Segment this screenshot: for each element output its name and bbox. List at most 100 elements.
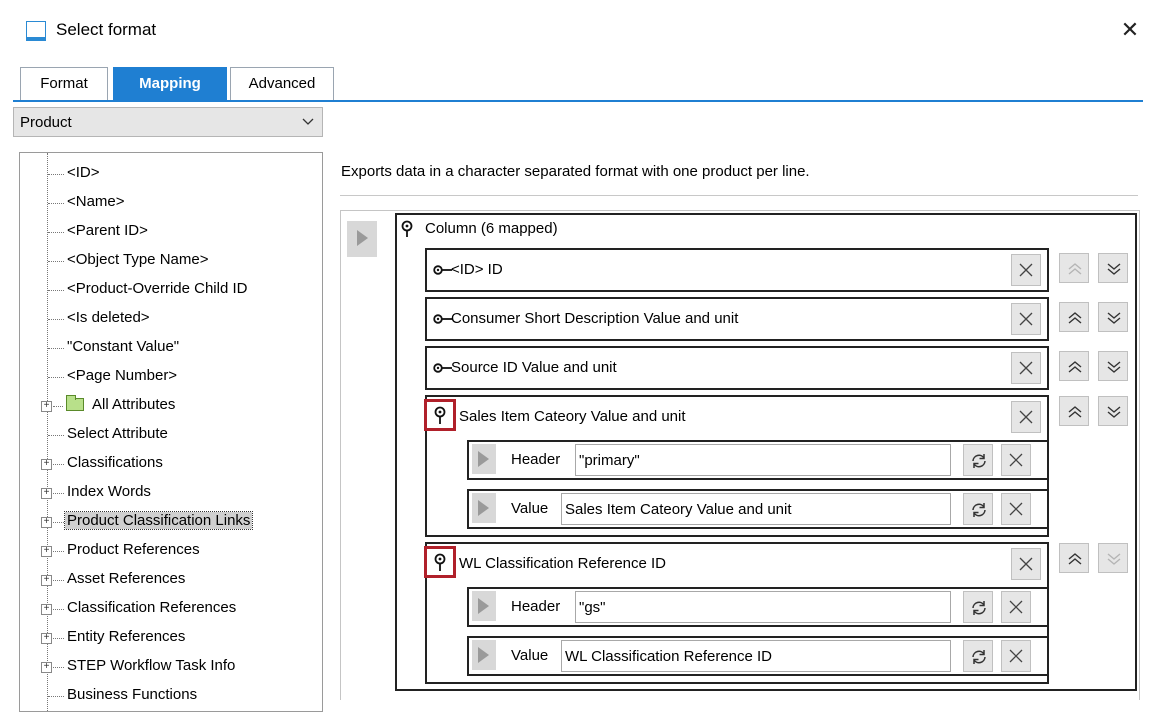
tree-item-label: Classification References [67, 599, 237, 616]
value-field[interactable]: Sales Item Cateory Value and unit [561, 493, 951, 525]
expand-header-button[interactable] [472, 444, 496, 474]
expand-icon[interactable]: + [41, 488, 52, 499]
refresh-button[interactable] [963, 640, 993, 672]
header-value-field[interactable]: "primary" [575, 444, 951, 476]
remove-button[interactable] [1001, 493, 1031, 525]
tree-item-label: <Product-Override Child ID [67, 280, 248, 297]
expand-value-button[interactable] [472, 640, 496, 670]
tree-item-id[interactable]: <ID> [20, 160, 320, 188]
mapping-row-label: Consumer Short Description Value and uni… [451, 310, 739, 327]
expand-icon[interactable]: + [41, 459, 52, 470]
move-down-button[interactable] [1098, 543, 1128, 573]
move-down-button[interactable] [1098, 396, 1128, 426]
expand-icon[interactable]: + [41, 401, 52, 412]
tree-item-product-override-child-id[interactable]: <Product-Override Child ID [20, 276, 320, 304]
mapping-row-sales-item-category[interactable]: Sales Item Cateory Value and unit Header… [425, 395, 1049, 537]
tree-item-label: All Attributes [92, 396, 176, 413]
pin-icon[interactable] [424, 399, 456, 431]
pin-icon[interactable] [400, 220, 414, 238]
format-description: Exports data in a character separated fo… [341, 163, 810, 180]
expand-icon[interactable]: + [41, 604, 52, 615]
entity-type-value: Product [20, 114, 72, 131]
tree-item-label: Select Attribute [67, 425, 168, 442]
tab-advanced[interactable]: Advanced [230, 67, 334, 100]
tree-item-label: <Is deleted> [67, 309, 150, 326]
remove-button[interactable] [1001, 591, 1031, 623]
pin-icon[interactable] [424, 546, 456, 578]
move-up-button[interactable] [1059, 351, 1089, 381]
tree-item-product-references[interactable]: + Product References [20, 537, 320, 565]
tree-item-page-number[interactable]: <Page Number> [20, 363, 320, 391]
tree-item-index-words[interactable]: + Index Words [20, 479, 320, 507]
mapping-row-label: WL Classification Reference ID [459, 555, 667, 572]
header-value-field[interactable]: "gs" [575, 591, 951, 623]
move-down-button[interactable] [1098, 253, 1128, 283]
move-up-button[interactable] [1059, 543, 1089, 573]
mapping-row-wl-classification-reference-id[interactable]: WL Classification Reference ID Header "g… [425, 542, 1049, 684]
mapping-row-consumer-short-description[interactable]: Consumer Short Description Value and uni… [425, 297, 1049, 341]
expand-icon[interactable]: + [41, 546, 52, 557]
value-mapping[interactable]: Value WL Classification Reference ID [467, 636, 1049, 676]
remove-button[interactable] [1011, 254, 1041, 286]
refresh-button[interactable] [963, 444, 993, 476]
tree-item-asset-references[interactable]: + Asset References [20, 566, 320, 594]
close-icon[interactable]: ✕ [1118, 16, 1142, 44]
mapping-row-label: Source ID Value and unit [451, 359, 617, 376]
tree-item-label: Product References [67, 541, 200, 558]
tree-item-constant-value[interactable]: "Constant Value" [20, 334, 320, 362]
move-up-button[interactable] [1059, 253, 1089, 283]
mapping-row-source-id[interactable]: Source ID Value and unit [425, 346, 1049, 390]
tree-item-business-functions[interactable]: Business Functions [20, 682, 320, 710]
header-mapping[interactable]: Header "gs" [467, 587, 1049, 627]
tree-item-is-deleted[interactable]: <Is deleted> [20, 305, 320, 333]
refresh-button[interactable] [963, 493, 993, 525]
header-label: Header [511, 451, 561, 468]
tree-item-label: Product Classification Links [63, 511, 254, 530]
key-icon [433, 263, 453, 275]
window-title: Select format [56, 20, 157, 39]
remove-button[interactable] [1001, 640, 1031, 672]
move-down-button[interactable] [1098, 351, 1128, 381]
tree-item-step-workflow-task-info[interactable]: + STEP Workflow Task Info [20, 653, 320, 681]
move-up-button[interactable] [1059, 396, 1089, 426]
expand-icon[interactable]: + [41, 633, 52, 644]
tree-item-entity-references[interactable]: + Entity References [20, 624, 320, 652]
expand-value-button[interactable] [472, 493, 496, 523]
tree-item-label: STEP Workflow Task Info [67, 657, 236, 674]
window-icon [25, 21, 46, 41]
tree-item-name[interactable]: <Name> [20, 189, 320, 217]
tree-item-all-attributes[interactable]: + All Attributes [20, 392, 320, 420]
attribute-tree[interactable]: <ID> <Name> <Parent ID> <Object Type Nam… [19, 152, 323, 712]
mapping-row-id[interactable]: <ID> ID [425, 248, 1049, 292]
header-mapping[interactable]: Header "primary" [467, 440, 1049, 480]
remove-button[interactable] [1011, 401, 1041, 433]
entity-type-dropdown[interactable]: Product [13, 107, 323, 137]
tree-item-product-classification-links[interactable]: + Product Classification Links [20, 508, 320, 536]
expand-icon[interactable]: + [41, 662, 52, 673]
tree-item-label: Index Words [67, 483, 151, 500]
remove-button[interactable] [1001, 444, 1031, 476]
remove-button[interactable] [1011, 548, 1041, 580]
tree-item-label: Entity References [67, 628, 186, 645]
tree-item-classifications[interactable]: + Classifications [20, 450, 320, 478]
value-mapping[interactable]: Value Sales Item Cateory Value and unit [467, 489, 1049, 529]
move-up-button[interactable] [1059, 302, 1089, 332]
move-down-button[interactable] [1098, 302, 1128, 332]
expand-icon[interactable]: + [41, 575, 52, 586]
remove-button[interactable] [1011, 303, 1041, 335]
tree-item-object-type-name[interactable]: <Object Type Name> [20, 247, 320, 275]
value-field[interactable]: WL Classification Reference ID [561, 640, 951, 672]
expand-icon[interactable]: + [41, 517, 52, 528]
title-bar [0, 0, 1151, 62]
tree-item-label: "Constant Value" [67, 338, 180, 355]
expand-mapping-button[interactable] [347, 221, 377, 257]
tree-item-parent-id[interactable]: <Parent ID> [20, 218, 320, 246]
tree-item-classification-references[interactable]: + Classification References [20, 595, 320, 623]
tree-item-select-attribute[interactable]: Select Attribute [20, 421, 320, 449]
tab-format[interactable]: Format [20, 67, 108, 100]
tab-mapping[interactable]: Mapping [113, 67, 227, 100]
remove-button[interactable] [1011, 352, 1041, 384]
refresh-button[interactable] [963, 591, 993, 623]
header-label: Header [511, 598, 561, 615]
expand-header-button[interactable] [472, 591, 496, 621]
